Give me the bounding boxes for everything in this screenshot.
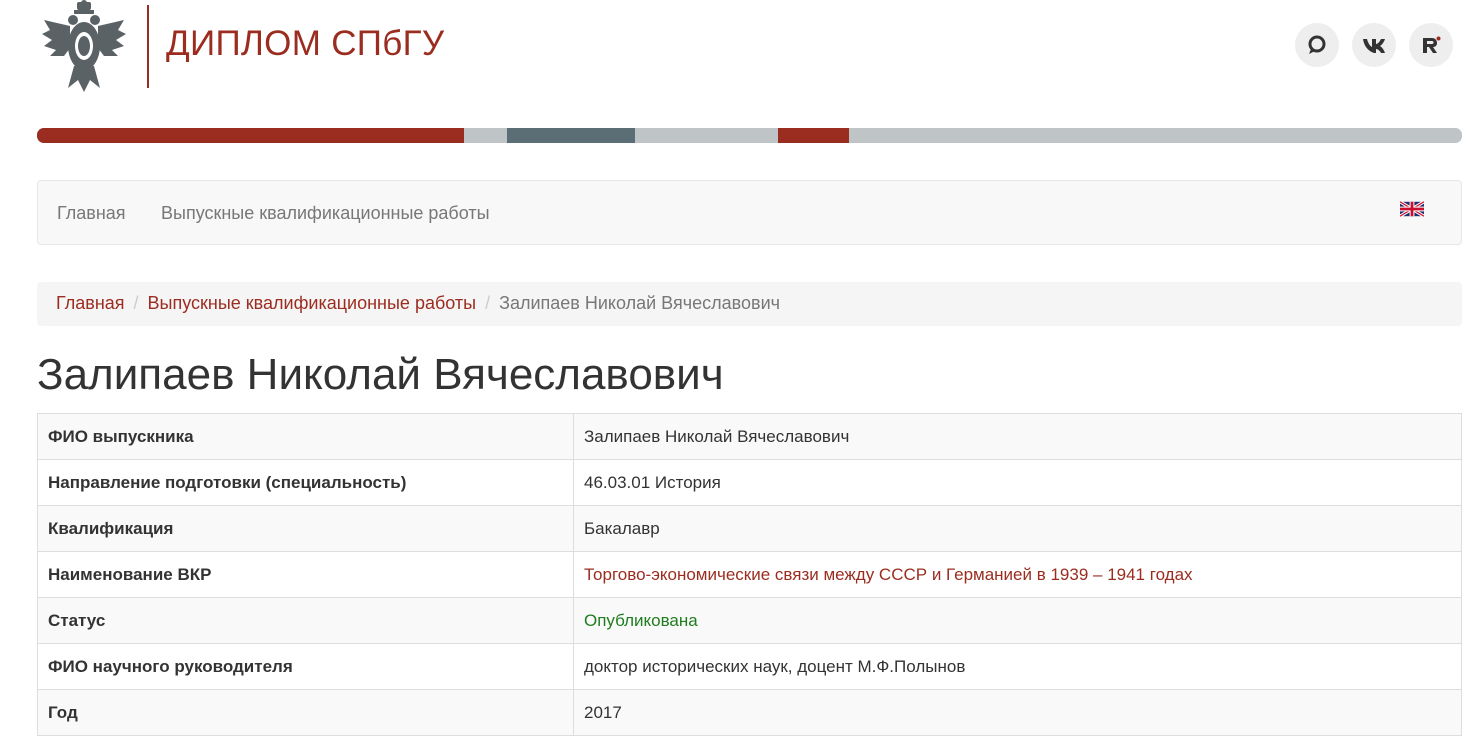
thesis-title-cell: Торгово-экономические связи между СССР и… [573, 551, 1462, 598]
specialty-value: 46.03.01 История [573, 459, 1462, 506]
breadcrumb: Главная / Выпускные квалификационные работ… [37, 282, 1462, 326]
logo-divider [147, 5, 149, 88]
thesis-title-link[interactable]: Торгово-экономические связи между СССР и… [584, 565, 1193, 584]
decorative-stripe [37, 128, 1462, 143]
table-row: Направление подготовки (специальность) 4… [37, 459, 1462, 506]
vk-button[interactable] [1352, 23, 1396, 67]
vk-icon [1363, 39, 1385, 53]
row-label: Год [37, 689, 574, 736]
row-label: Квалификация [37, 505, 574, 552]
odnoklassniki-button[interactable] [1295, 23, 1339, 67]
supervisor-value: доктор исторических наук, доцент М.Ф.Пол… [573, 643, 1462, 690]
row-label: ФИО научного руководителя [37, 643, 574, 690]
breadcrumb-separator: / [485, 293, 491, 313]
r-icon [1423, 36, 1441, 53]
table-row: ФИО выпускника Залипаев Николай Вячеслав… [37, 413, 1462, 460]
table-row: Статус Опубликована [37, 597, 1462, 644]
uk-flag-icon[interactable] [1400, 200, 1424, 218]
breadcrumb-theses-link[interactable]: Выпускные квалификационные работы [148, 293, 477, 313]
table-row: Год 2017 [37, 689, 1462, 736]
thesis-details-table: ФИО выпускника Залипаев Николай Вячеслав… [37, 413, 1462, 736]
row-label: Направление подготовки (специальность) [37, 459, 574, 506]
breadcrumb-separator: / [133, 293, 139, 313]
table-row: Наименование ВКР Торгово-экономические с… [37, 551, 1462, 598]
page-title: Залипаев Николай Вячеславович [37, 350, 724, 399]
site-title[interactable]: ДИПЛОМ СПбГУ [166, 24, 444, 64]
graduate-name-value: Залипаев Николай Вячеславович [573, 413, 1462, 460]
breadcrumb-home-link[interactable]: Главная [56, 293, 125, 313]
row-label: Статус [37, 597, 574, 644]
ok-icon [1308, 35, 1326, 54]
spbu-emblem-logo[interactable] [40, 0, 128, 96]
row-label: ФИО выпускника [37, 413, 574, 460]
row-label: Наименование ВКР [37, 551, 574, 598]
qualification-value: Бакалавр [573, 505, 1462, 552]
top-navbar: Главная Выпускные квалификационные работ… [37, 180, 1462, 245]
table-row: ФИО научного руководителя доктор историч… [37, 643, 1462, 690]
nav-home-link[interactable]: Главная [57, 203, 126, 224]
year-value: 2017 [573, 689, 1462, 736]
breadcrumb-current: Залипаев Николай Вячеславович [499, 293, 781, 313]
status-value: Опубликована [573, 597, 1462, 644]
rutube-button[interactable] [1409, 23, 1453, 67]
table-row: Квалификация Бакалавр [37, 505, 1462, 552]
nav-theses-link[interactable]: Выпускные квалификационные работы [161, 203, 490, 224]
